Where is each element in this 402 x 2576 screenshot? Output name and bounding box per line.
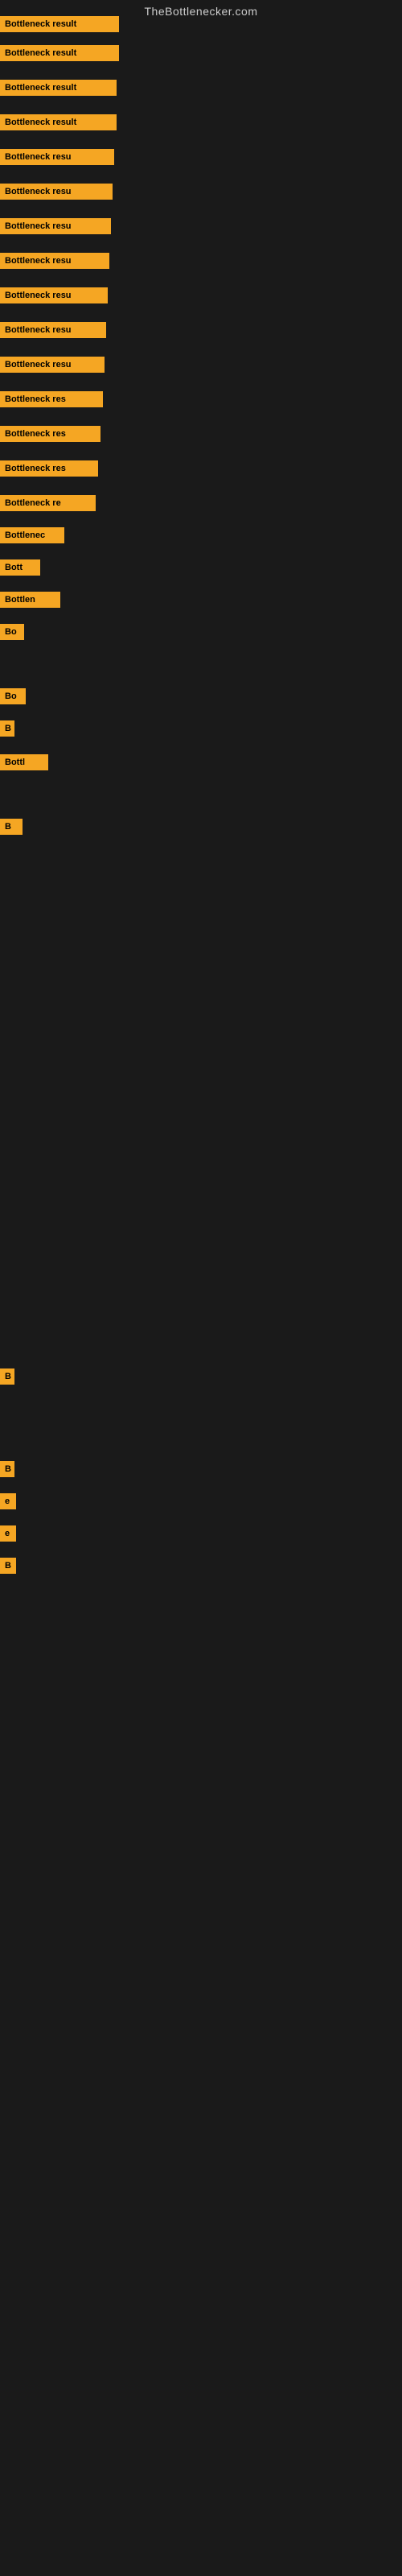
bottleneck-result-item: e [0,1525,16,1542]
bottleneck-result-item: Bottleneck resu [0,253,109,269]
bottleneck-result-item: Bottleneck result [0,80,117,96]
bottleneck-result-item: Bottl [0,754,48,770]
bottleneck-result-item: Bottleneck re [0,495,96,511]
bottleneck-result-item: Bo [0,688,26,704]
bottleneck-result-item: Bottleneck resu [0,218,111,234]
bottleneck-result-item: Bottleneck resu [0,184,113,200]
bottleneck-result-item: Bottlen [0,592,60,608]
bottleneck-result-item: Bott [0,559,40,576]
bottleneck-result-item: Bottleneck res [0,460,98,477]
bottleneck-result-item: e [0,1493,16,1509]
bottleneck-result-item: Bottleneck resu [0,287,108,303]
bottleneck-result-item: Bottleneck result [0,114,117,130]
bottleneck-result-item: Bottleneck res [0,391,103,407]
bottleneck-result-item: Bottlenec [0,527,64,543]
bottleneck-result-item: B [0,1558,16,1574]
bottleneck-result-item: Bottleneck result [0,45,119,61]
bottleneck-result-item: Bottleneck resu [0,149,114,165]
bottleneck-result-item: Bottleneck result [0,16,119,32]
bottleneck-result-item: B [0,720,14,737]
bottleneck-result-item: Bottleneck resu [0,322,106,338]
bottleneck-result-item: Bottleneck resu [0,357,105,373]
bottleneck-result-item: B [0,1368,14,1385]
bottleneck-result-item: B [0,1461,14,1477]
bottleneck-result-item: Bo [0,624,24,640]
bottleneck-result-item: B [0,819,23,835]
bottleneck-result-item: Bottleneck res [0,426,100,442]
